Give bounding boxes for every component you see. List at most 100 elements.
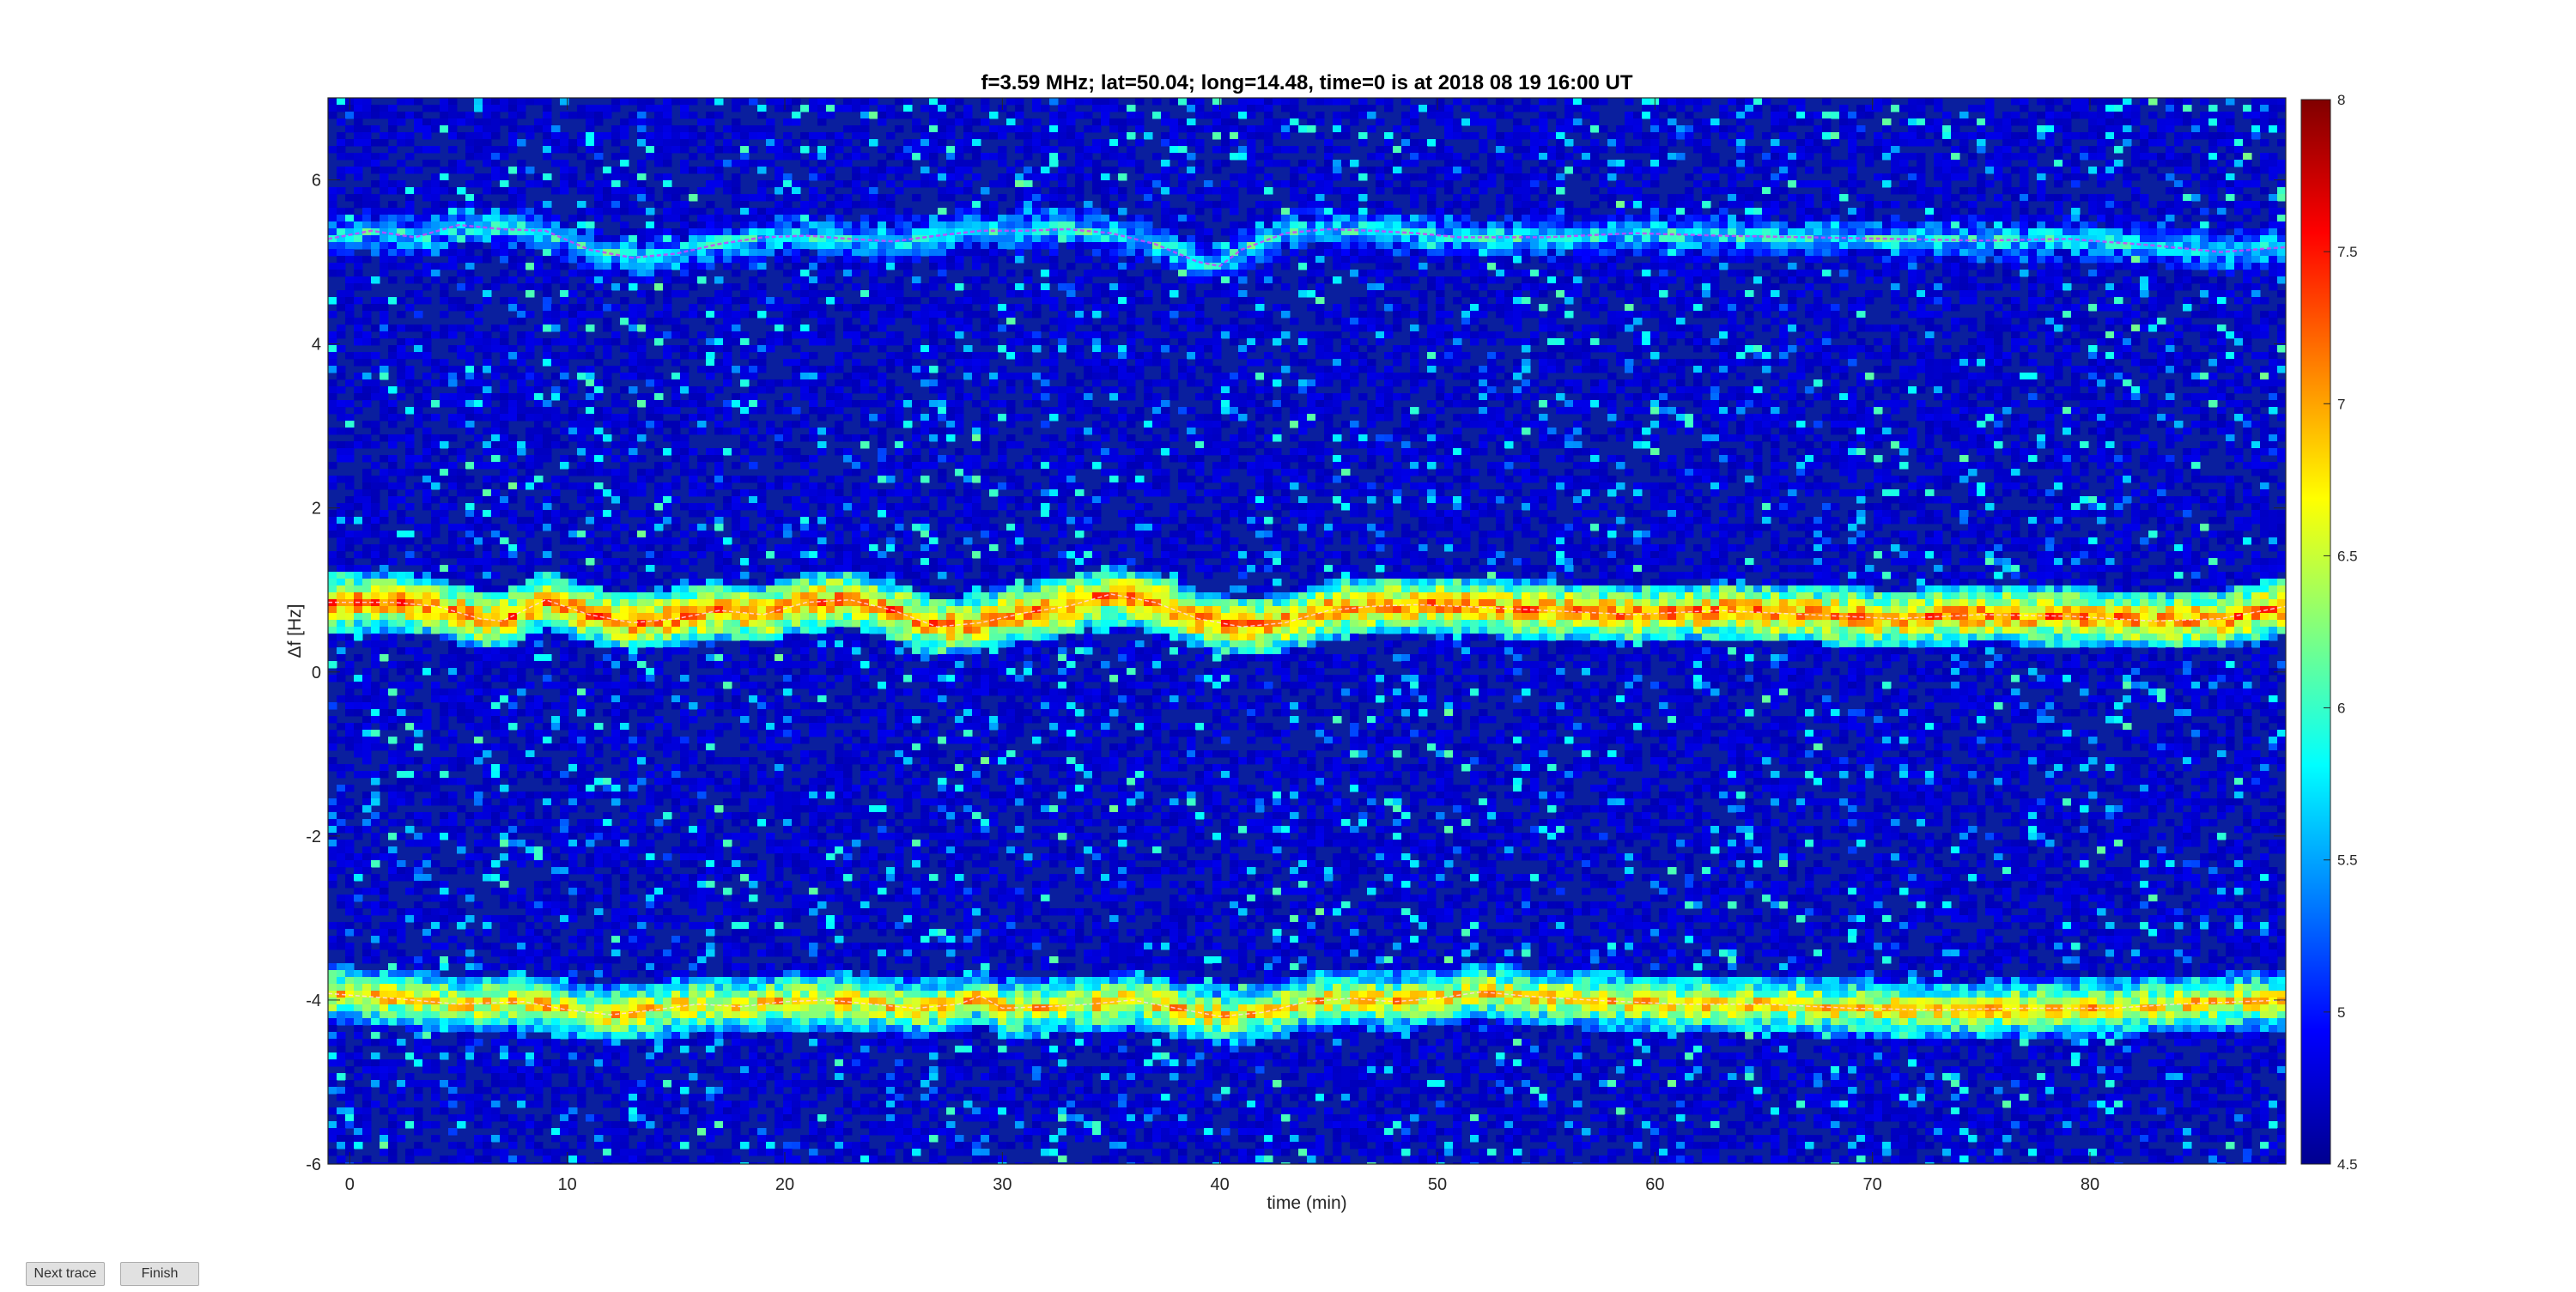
heatmap-cell [1384, 132, 1394, 140]
heatmap-cell [1109, 180, 1119, 188]
heatmap-cell [1204, 256, 1213, 264]
heatmap-cell [2037, 132, 2046, 140]
heatmap-cell [1693, 270, 1703, 277]
heatmap-cell [1530, 167, 1540, 174]
heatmap-cell [1642, 249, 1651, 257]
heatmap-cell [2063, 242, 2072, 250]
heatmap-cell [826, 153, 835, 161]
heatmap-cell [1410, 290, 1419, 298]
heatmap-cell [1041, 270, 1050, 277]
heatmap-cell [2148, 139, 2158, 147]
heatmap-cell [448, 167, 458, 174]
heatmap-cell [2217, 201, 2227, 209]
heatmap-cell [1693, 256, 1703, 264]
heatmap-cell [1796, 105, 1806, 112]
heatmap-cell [1796, 215, 1806, 222]
heatmap-cell [963, 297, 973, 305]
heatmap-cell [1350, 235, 1359, 243]
heatmap-cell [1238, 228, 1248, 236]
heatmap-cell [1547, 173, 1557, 181]
heatmap-cell [594, 304, 604, 312]
heatmap-cell [1942, 112, 1952, 119]
heatmap-cell [405, 221, 415, 229]
heatmap-cell [1092, 105, 1102, 112]
heatmap-cell [1092, 290, 1102, 298]
heatmap-cell [697, 235, 707, 243]
heatmap-cell [2174, 235, 2184, 243]
heatmap-cell [800, 297, 810, 305]
heatmap-cell [989, 208, 999, 215]
heatmap-cell [2148, 153, 2158, 161]
heatmap-cell [2054, 283, 2063, 291]
heatmap-cell [1539, 249, 1548, 257]
heatmap-cell [1436, 112, 1445, 119]
heatmap-cell [2277, 215, 2287, 222]
heatmap-cell [388, 263, 398, 270]
heatmap-cell [2028, 112, 2038, 119]
heatmap-cell [1779, 201, 1789, 209]
heatmap-cell [1006, 228, 1016, 236]
heatmap-cell [603, 318, 612, 325]
heatmap-cell [800, 208, 810, 215]
heatmap-cell [1607, 139, 1617, 147]
heatmap-cell [1436, 263, 1445, 270]
heatmap-cell [1109, 105, 1119, 112]
heatmap-cell [1144, 297, 1153, 305]
heatmap-cell [732, 160, 741, 167]
heatmap-cell [1959, 228, 1969, 236]
heatmap-cell [1839, 242, 1849, 250]
heatmap-cell [1101, 304, 1110, 312]
heatmap-cell [1101, 98, 1110, 106]
heatmap-cell [1633, 125, 1643, 133]
heatmap-cell [362, 146, 372, 154]
heatmap-cell [860, 215, 870, 222]
heatmap-cell [1195, 221, 1205, 229]
heatmap-cell [689, 283, 698, 291]
heatmap-cell [1668, 235, 1677, 243]
heatmap-cell [2131, 249, 2141, 257]
heatmap-cell [1788, 194, 1797, 202]
heatmap-cell [1934, 290, 1943, 298]
heatmap-cell [577, 153, 586, 161]
heatmap-cell [1753, 112, 1763, 119]
heatmap-cell [1659, 118, 1668, 126]
heatmap-cell [792, 215, 801, 222]
heatmap-cell [1668, 215, 1677, 222]
heatmap-cell [1401, 311, 1411, 318]
heatmap-cell [1350, 173, 1359, 181]
heatmap-cell [1865, 242, 1874, 250]
heatmap-cell [920, 167, 930, 174]
heatmap-cell [1109, 297, 1119, 305]
heatmap-cell [1066, 139, 1076, 147]
heatmap-cell [1401, 160, 1411, 167]
heatmap-cell [972, 311, 981, 318]
heatmap-cell [1401, 304, 1411, 312]
heatmap-cell [1831, 311, 1840, 318]
heatmap-cell [397, 311, 406, 318]
heatmap-cell [1874, 139, 1883, 147]
heatmap-cell [2037, 98, 2046, 106]
heatmap-cell [1453, 215, 1462, 222]
heatmap-cell [1470, 221, 1479, 229]
heatmap-cell [500, 249, 509, 257]
heatmap-cell [1024, 173, 1033, 181]
heatmap-cell [371, 249, 380, 257]
heatmap-cell [1461, 208, 1471, 215]
heatmap-cell [663, 276, 672, 284]
heatmap-cell [2217, 112, 2227, 119]
heatmap-cell [526, 125, 535, 133]
heatmap-cell [508, 146, 518, 154]
heatmap-cell [1882, 125, 1892, 133]
heatmap-cell [1461, 290, 1471, 298]
heatmap-cell [706, 153, 715, 161]
heatmap-cell [1968, 118, 1978, 126]
heatmap-cell [1796, 194, 1806, 202]
heatmap-cell [1582, 242, 1591, 250]
heatmap-cell [1058, 132, 1067, 140]
heatmap-cell [1453, 201, 1462, 209]
heatmap-cell [714, 256, 724, 264]
heatmap-cell [483, 118, 492, 126]
heatmap-cell [697, 270, 707, 277]
heatmap-cell [543, 311, 552, 318]
heatmap-cell [465, 146, 475, 154]
